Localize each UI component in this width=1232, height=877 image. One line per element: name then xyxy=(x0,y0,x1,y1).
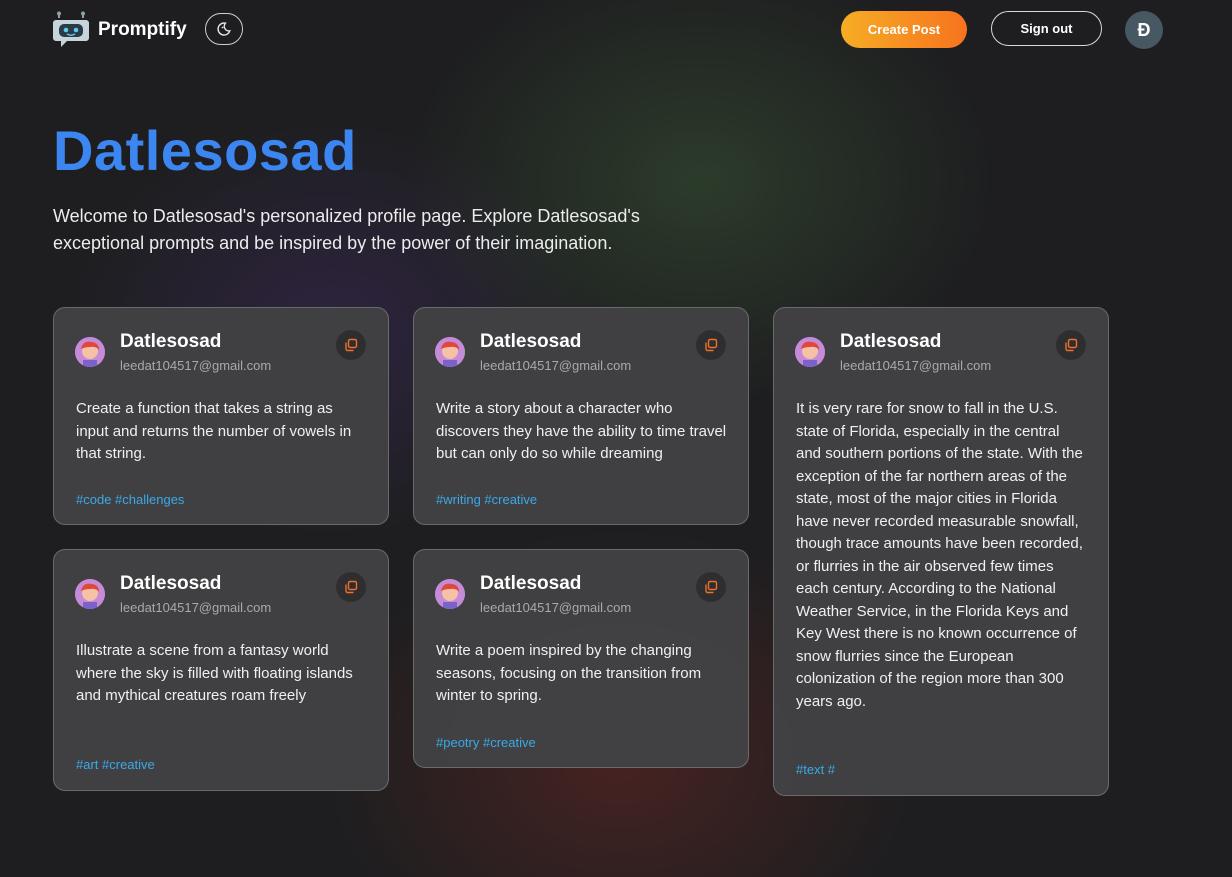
author-email: leedat104517@gmail.com xyxy=(840,358,992,373)
author-name[interactable]: Datlesosad xyxy=(480,573,581,595)
theme-toggle-button[interactable] xyxy=(205,13,243,45)
create-post-button[interactable]: Create Post xyxy=(841,11,967,48)
copy-button[interactable] xyxy=(336,330,366,360)
prompt-card: Datlesosad leedat104517@gmail.com Write … xyxy=(413,549,749,768)
copy-button[interactable] xyxy=(696,330,726,360)
prompt-tags[interactable]: #art #creative xyxy=(76,757,155,772)
user-avatar[interactable]: Đ xyxy=(1125,11,1163,49)
author-name[interactable]: Datlesosad xyxy=(120,573,221,595)
prompt-tags[interactable]: #text # xyxy=(796,762,835,777)
copy-icon xyxy=(345,580,358,594)
author-avatar[interactable] xyxy=(75,337,105,367)
moon-icon xyxy=(217,22,231,36)
author-name[interactable]: Datlesosad xyxy=(480,331,581,353)
author-email: leedat104517@gmail.com xyxy=(480,358,632,373)
prompt-text: It is very rare for snow to fall in the … xyxy=(796,400,1083,710)
author-avatar[interactable] xyxy=(795,337,825,367)
copy-button[interactable] xyxy=(336,572,366,602)
prompt-card: Datlesosad leedat104517@gmail.com It is … xyxy=(773,307,1109,796)
prompt-text: Create a function that takes a string as… xyxy=(76,400,352,462)
copy-button[interactable] xyxy=(1056,330,1086,360)
top-nav: Promptify Create Post Sign out Đ xyxy=(0,0,1232,58)
author-name[interactable]: Datlesosad xyxy=(120,331,221,353)
author-avatar[interactable] xyxy=(435,579,465,609)
prompt-text: Write a poem inspired by the changing se… xyxy=(436,642,702,704)
prompt-card: Datlesosad leedat104517@gmail.com Create… xyxy=(53,307,389,525)
copy-icon xyxy=(1065,338,1078,352)
author-name[interactable]: Datlesosad xyxy=(840,331,941,353)
prompt-text: Illustrate a scene from a fantasy world … xyxy=(76,642,353,704)
prompt-text: Write a story about a character who disc… xyxy=(436,400,727,462)
prompt-card: Datlesosad leedat104517@gmail.com Write … xyxy=(413,307,749,525)
prompt-tags[interactable]: #code #challenges xyxy=(76,492,184,507)
prompt-card: Datlesosad leedat104517@gmail.com Illust… xyxy=(53,549,389,791)
author-email: leedat104517@gmail.com xyxy=(120,358,272,373)
page-title: Datlesosad xyxy=(53,119,357,182)
author-avatar[interactable] xyxy=(435,337,465,367)
page-description: Welcome to Datlesosad's personalized pro… xyxy=(53,206,640,253)
prompt-tags[interactable]: #peotry #creative xyxy=(436,735,536,750)
brand-name[interactable]: Promptify xyxy=(98,19,187,41)
robot-logo-icon[interactable] xyxy=(52,10,90,48)
copy-icon xyxy=(705,338,718,352)
copy-button[interactable] xyxy=(696,572,726,602)
author-email: leedat104517@gmail.com xyxy=(120,600,272,615)
copy-icon xyxy=(345,338,358,352)
copy-icon xyxy=(705,580,718,594)
author-email: leedat104517@gmail.com xyxy=(480,600,632,615)
author-avatar[interactable] xyxy=(75,579,105,609)
prompt-tags[interactable]: #writing #creative xyxy=(436,492,537,507)
sign-out-button[interactable]: Sign out xyxy=(991,11,1102,46)
